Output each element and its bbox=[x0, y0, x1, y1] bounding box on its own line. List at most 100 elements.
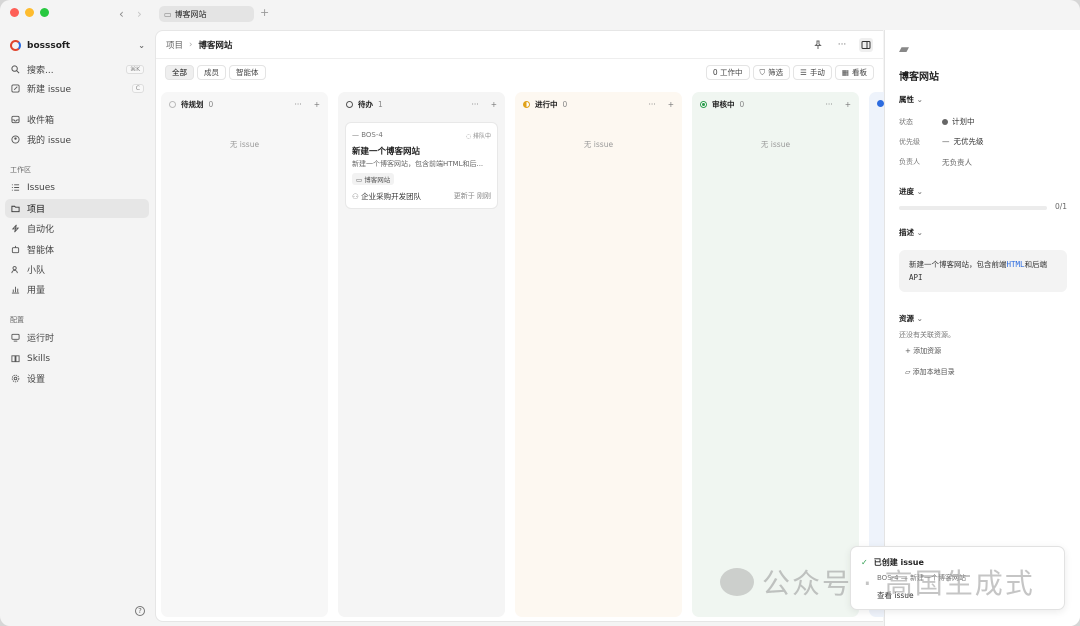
sidebar-item-issues[interactable]: Issues bbox=[5, 178, 149, 197]
pin-icon[interactable] bbox=[811, 38, 825, 52]
sidebar-item-settings[interactable]: 设置 bbox=[5, 369, 149, 388]
add-icon[interactable]: + bbox=[314, 100, 320, 109]
progress-text: 0/1 bbox=[1055, 202, 1068, 211]
status-value[interactable]: 计划中 bbox=[942, 116, 975, 127]
add-local-dir-button[interactable]: ▱ 添加本地目录 bbox=[905, 367, 955, 377]
sidebar-item-projects[interactable]: 项目 bbox=[5, 199, 149, 218]
filter-members[interactable]: 成员 bbox=[197, 65, 226, 80]
section-config: 配置 bbox=[10, 316, 24, 324]
column-title: 审核中 bbox=[712, 100, 735, 109]
issue-project-tag: ▭ 博客网站 bbox=[352, 173, 395, 185]
bolt-icon bbox=[10, 223, 21, 234]
column-header: 审核中 0 ··· + bbox=[700, 99, 851, 110]
breadcrumb-parent[interactable]: 项目 bbox=[166, 39, 183, 51]
properties-toggle[interactable]: 属性 ⌄ bbox=[899, 94, 923, 105]
close-window-button[interactable] bbox=[10, 8, 19, 17]
sidebar-item-agents[interactable]: 智能体 bbox=[5, 240, 149, 259]
sidebar-item-label: 智能体 bbox=[27, 246, 55, 256]
filter-button[interactable]: ⛉ 筛选 bbox=[752, 65, 791, 80]
view-issue-link[interactable]: 查看 issue bbox=[877, 590, 914, 601]
list-icon bbox=[10, 182, 21, 193]
more-icon[interactable]: ··· bbox=[649, 100, 656, 109]
sidebar-new-issue[interactable]: 新建 issue C bbox=[5, 79, 149, 98]
board-label: 看板 bbox=[852, 68, 867, 77]
workspace-switcher[interactable]: bosssoft ⌄ bbox=[10, 40, 145, 51]
sort-manual-button[interactable]: ☰ 手动 bbox=[793, 65, 832, 80]
sidebar-search[interactable]: 搜索... ⌘K bbox=[5, 60, 149, 79]
new-issue-label: 新建 issue bbox=[27, 85, 71, 95]
priority-none-icon: — bbox=[942, 137, 950, 146]
help-icon[interactable]: ? bbox=[135, 606, 145, 616]
more-icon[interactable]: ··· bbox=[826, 100, 833, 109]
sidebar-item-my-issues[interactable]: 我的 issue bbox=[5, 130, 149, 149]
resources-toggle[interactable]: 资源 ⌄ bbox=[899, 313, 923, 324]
priority-key: 优先级 bbox=[899, 138, 920, 146]
folder-icon bbox=[10, 203, 21, 214]
sidebar-item-inbox[interactable]: 收件箱 bbox=[5, 110, 149, 129]
minimize-window-button[interactable] bbox=[25, 8, 34, 17]
issue-card[interactable]: — BOS-4 ◌ 排队中 新建一个博客网站 新建一个博客网站，包含前端HTML… bbox=[345, 122, 498, 209]
sidebar-item-label: 设置 bbox=[27, 375, 46, 385]
issue-updated: 更新于 刚刚 bbox=[453, 192, 491, 200]
search-shortcut: ⌘K bbox=[126, 65, 144, 74]
progress-bar bbox=[899, 206, 1047, 210]
empty-state: 无 issue bbox=[583, 140, 614, 149]
section-workspace: 工作区 bbox=[10, 166, 31, 174]
board-view-button[interactable]: ▦ 看板 bbox=[834, 65, 874, 80]
zoom-window-button[interactable] bbox=[40, 8, 49, 17]
edit-icon bbox=[10, 83, 21, 94]
description-toggle[interactable]: 描述 ⌄ bbox=[899, 227, 923, 238]
add-icon[interactable]: + bbox=[668, 100, 674, 109]
new-issue-shortcut: C bbox=[131, 84, 144, 93]
owner-key: 负责人 bbox=[899, 158, 920, 166]
toast-title: 已创建 issue bbox=[873, 558, 924, 567]
column-in-review: 审核中 0 ··· + 无 issue bbox=[692, 92, 859, 617]
gear-icon bbox=[10, 373, 21, 384]
column-todo: 待办 1 ··· + — BOS-4 ◌ 排队中 新建一个博客网站 新建一个博客网… bbox=[338, 92, 505, 617]
toggle-panel-icon[interactable] bbox=[859, 38, 873, 52]
forward-arrow-icon[interactable]: › bbox=[137, 7, 142, 21]
search-icon bbox=[10, 64, 21, 75]
progress-toggle[interactable]: 进度 ⌄ bbox=[899, 186, 923, 197]
priority-value[interactable]: — 无优先级 bbox=[942, 136, 984, 147]
add-icon[interactable]: + bbox=[491, 100, 497, 109]
working-count-button[interactable]: 0 工作中 bbox=[705, 65, 750, 80]
filter-agents[interactable]: 智能体 bbox=[229, 65, 266, 80]
team-icon bbox=[10, 264, 21, 275]
more-icon[interactable]: ··· bbox=[295, 100, 302, 109]
back-arrow-icon[interactable]: ‹ bbox=[119, 7, 124, 21]
header-divider bbox=[156, 58, 883, 59]
toast-header: ✓ 已创建 issue bbox=[861, 557, 924, 568]
description-box[interactable]: 新建一个博客网站，包含前端HTML和后端 API bbox=[899, 250, 1067, 292]
owner-value[interactable]: 无负责人 bbox=[942, 157, 972, 168]
funnel-icon: ⛉ bbox=[759, 67, 766, 77]
column-count: 0 bbox=[208, 100, 214, 109]
more-icon[interactable]: ··· bbox=[835, 38, 849, 52]
sidebar-item-label: 收件箱 bbox=[27, 116, 55, 126]
add-icon[interactable]: + bbox=[845, 100, 851, 109]
window-controls bbox=[10, 8, 49, 17]
status-dot-icon bbox=[942, 118, 948, 125]
sidebar-item-label: 运行时 bbox=[27, 334, 55, 344]
new-tab-button[interactable]: + bbox=[260, 6, 269, 19]
sidebar-item-usage[interactable]: 用量 bbox=[5, 280, 149, 299]
sidebar-item-skills[interactable]: Skills bbox=[5, 349, 149, 368]
workspace-name: bosssoft bbox=[27, 40, 71, 51]
in-review-status-icon bbox=[700, 101, 707, 108]
sidebar-item-teams[interactable]: 小队 bbox=[5, 260, 149, 279]
more-icon[interactable]: ··· bbox=[472, 100, 479, 109]
column-title: 进行中 bbox=[535, 100, 558, 109]
in-progress-status-icon bbox=[523, 101, 530, 108]
tab-blog-site[interactable]: ▭ 博客网站 bbox=[159, 6, 254, 22]
sidebar-item-runtime[interactable]: 运行时 bbox=[5, 328, 149, 347]
column-count: 0 bbox=[739, 100, 745, 109]
sidebar-item-label: 小队 bbox=[27, 266, 46, 276]
issue-queue-status: ◌ 排队中 bbox=[465, 133, 491, 140]
book-icon bbox=[10, 353, 21, 364]
issue-team: ⚇ 企业采购开发团队 bbox=[352, 192, 422, 201]
user-circle-icon bbox=[10, 134, 21, 145]
add-resource-button[interactable]: + 添加资源 bbox=[905, 346, 941, 356]
column-header: 进行中 0 ··· + bbox=[523, 99, 674, 110]
filter-all[interactable]: 全部 bbox=[165, 65, 194, 80]
sidebar-item-automation[interactable]: 自动化 bbox=[5, 219, 149, 238]
